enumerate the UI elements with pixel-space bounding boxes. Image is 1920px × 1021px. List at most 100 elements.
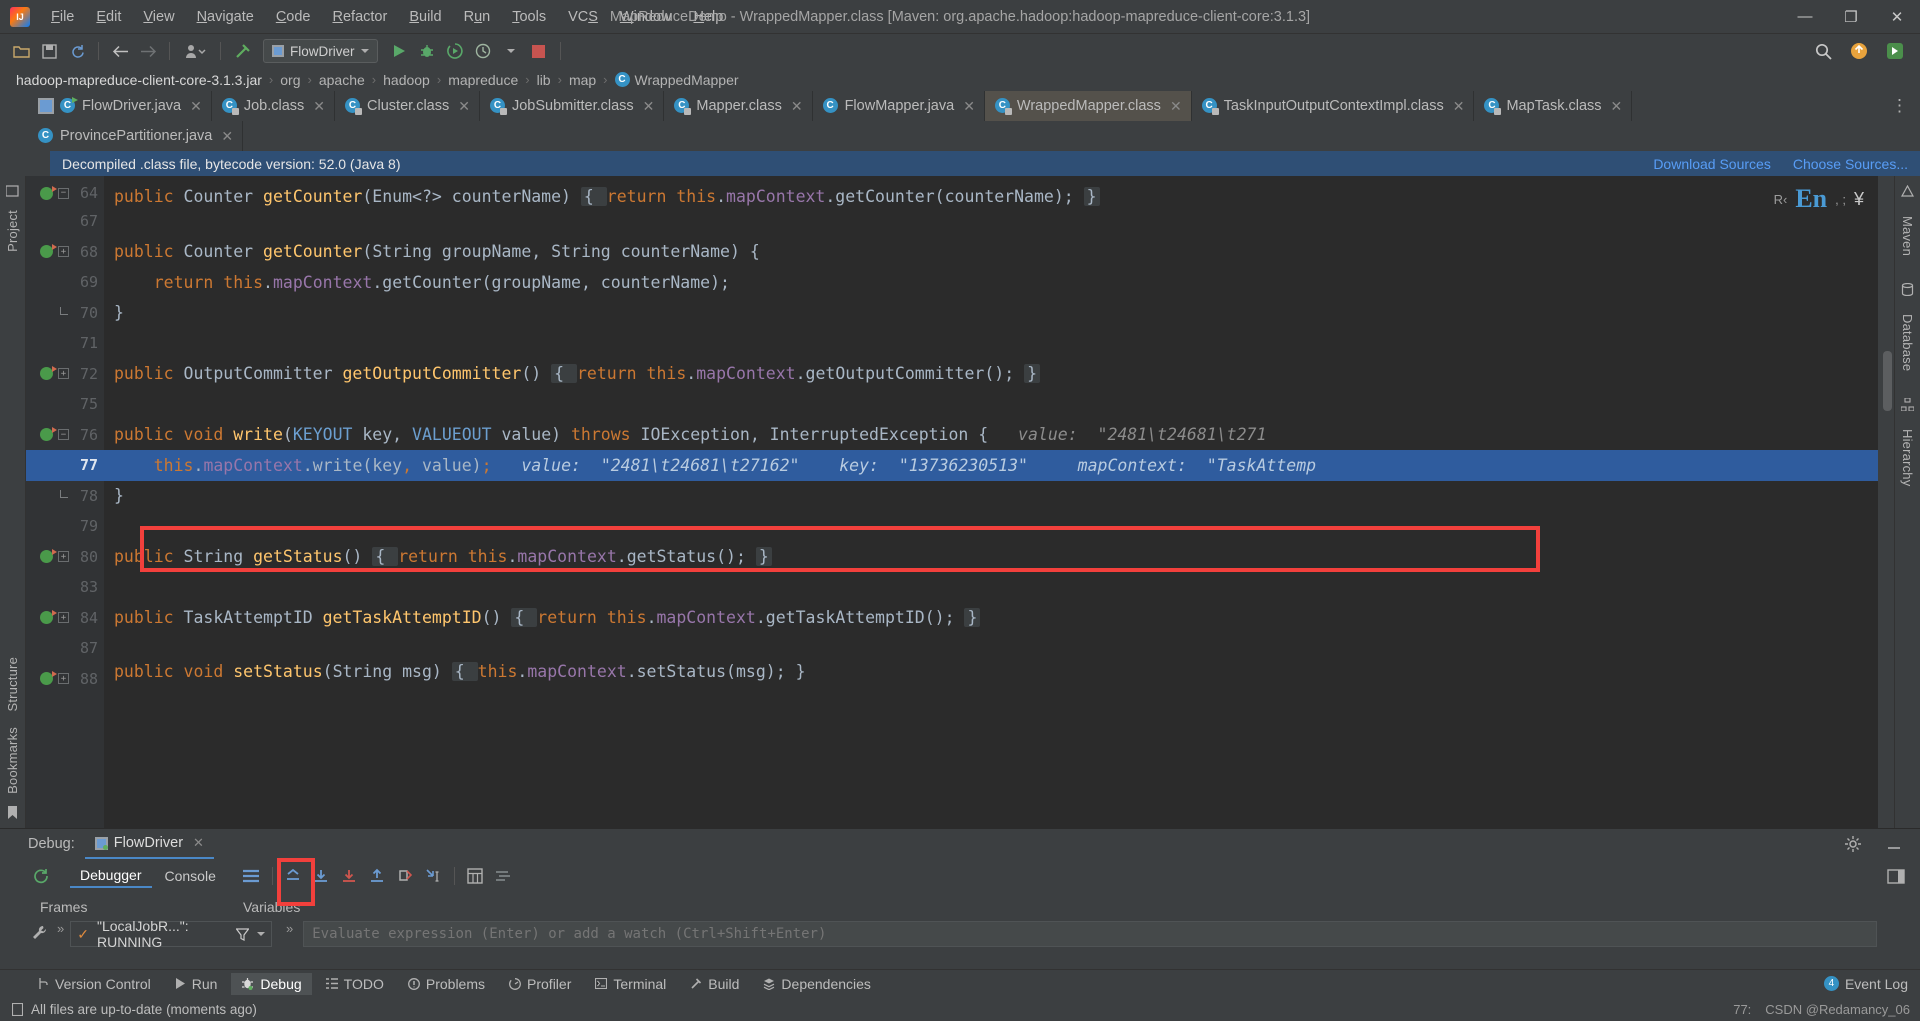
close-icon[interactable]: ✕ [963, 98, 975, 115]
bottom-item-version-control[interactable]: Version Control [28, 973, 161, 995]
tab-debugger[interactable]: Debugger [70, 864, 152, 888]
open-folder-icon[interactable] [8, 39, 34, 63]
tab-job-class[interactable]: C Job.class ✕ [211, 91, 336, 121]
fold-end-icon[interactable] [58, 490, 69, 501]
hierarchy-icon[interactable] [1899, 395, 1917, 413]
override-marker-icon[interactable] [40, 671, 57, 686]
tab-provincepartitioner-java[interactable]: C ProvincePartitioner.java ✕ [28, 121, 244, 151]
rerun-icon[interactable] [28, 864, 53, 888]
bottom-item-problems[interactable]: Problems [398, 973, 495, 995]
sidebar-item-maven[interactable]: Maven [1898, 210, 1917, 262]
bookmark-icon[interactable] [4, 804, 22, 822]
sidebar-item-structure[interactable]: Structure [3, 651, 22, 718]
breadcrumb-item-org[interactable]: org [276, 72, 304, 88]
choose-sources-link[interactable]: Choose Sources... [1793, 156, 1908, 172]
menu-file[interactable]: File [40, 5, 85, 29]
show-execution-point-icon[interactable] [281, 864, 306, 888]
code-text-area[interactable]: public Counter getCounter (Enum<?> counte… [104, 176, 1878, 828]
tab-wrappedmapper-class[interactable]: C WrappedMapper.class ✕ [984, 91, 1192, 121]
filter-icon[interactable] [236, 927, 249, 941]
back-arrow-icon[interactable] [107, 39, 133, 63]
tab-maptask-class[interactable]: C MapTask.class ✕ [1474, 91, 1633, 121]
tab-jobsubmitter-class[interactable]: C JobSubmitter.class ✕ [479, 91, 665, 121]
close-icon[interactable]: ✕ [458, 98, 470, 115]
tab-mapper-class[interactable]: C Mapper.class ✕ [664, 91, 813, 121]
layout-icon[interactable] [239, 864, 264, 888]
hide-panel-icon[interactable] [1881, 832, 1906, 856]
download-sources-link[interactable]: Download Sources [1653, 156, 1771, 172]
run-configuration-selector[interactable]: FlowDriver [263, 39, 378, 63]
menu-vcs[interactable]: VCS [557, 5, 609, 29]
fold-plus-icon[interactable]: + [58, 368, 69, 380]
tab-taskinputoutputcontextimpl-class[interactable]: C TaskInputOutputContextImpl.class ✕ [1191, 91, 1475, 121]
sidebar-item-database[interactable]: Database [1898, 308, 1917, 377]
menu-tools[interactable]: Tools [501, 5, 557, 29]
debug-session-tab[interactable]: FlowDriver ✕ [84, 829, 214, 859]
step-into-icon[interactable] [337, 864, 362, 888]
evaluate-expression-input[interactable] [303, 921, 1878, 947]
run-icon[interactable] [386, 39, 412, 63]
drop-frame-icon[interactable] [393, 864, 418, 888]
sidebar-item-bookmarks[interactable]: Bookmarks [3, 721, 22, 800]
update-badge-icon[interactable] [1846, 39, 1872, 63]
step-out-icon[interactable] [365, 864, 390, 888]
fold-end-icon[interactable] [58, 307, 69, 318]
mute-breakpoints-icon[interactable] [491, 864, 516, 888]
event-log-button[interactable]: 4 Event Log [1823, 976, 1908, 992]
maven-icon[interactable] [1899, 182, 1917, 200]
search-icon[interactable] [1810, 39, 1836, 63]
breadcrumb-item-mapreduce[interactable]: mapreduce [444, 72, 522, 88]
menu-view[interactable]: View [132, 5, 185, 29]
wrench-icon[interactable] [28, 921, 51, 945]
close-icon[interactable]: ✕ [1453, 98, 1465, 115]
override-marker-icon[interactable] [40, 549, 57, 564]
chevron-down-icon[interactable] [257, 932, 265, 936]
tab-overflow-menu-icon[interactable]: ⋮ [1879, 91, 1920, 121]
breadcrumb-item-apache[interactable]: apache [315, 72, 369, 88]
close-icon[interactable]: ✕ [1611, 98, 1623, 115]
close-icon[interactable]: ✕ [190, 98, 202, 115]
breadcrumb-root[interactable]: hadoop-mapreduce-client-core-3.1.3.jar [12, 72, 266, 88]
close-button[interactable]: ✕ [1874, 0, 1920, 33]
thread-selector[interactable]: ✓ "LocalJobR...": RUNNING [70, 918, 272, 950]
editor-gutter[interactable]: − 64 67 + 68 69 70 71 + 72 75 − 76 77 78… [26, 176, 104, 828]
sidebar-item-hierarchy[interactable]: Hierarchy [1898, 423, 1917, 492]
chevron-down-icon-2[interactable] [498, 39, 524, 63]
override-marker-icon[interactable] [40, 185, 57, 200]
expand-frames-icon[interactable]: » [57, 921, 64, 936]
breadcrumb-item-lib[interactable]: lib [533, 72, 555, 88]
fold-minus-icon[interactable]: − [58, 429, 69, 441]
stop-icon[interactable] [526, 39, 552, 63]
fold-minus-icon[interactable]: − [58, 187, 69, 199]
tab-flowmapper-java[interactable]: C FlowMapper.java ✕ [812, 91, 985, 121]
bottom-item-todo[interactable]: TODO [316, 973, 394, 995]
ime-language-indicator[interactable]: En [1795, 184, 1827, 214]
restore-layout-icon[interactable] [1883, 864, 1908, 888]
bottom-item-debug[interactable]: Debug [231, 972, 312, 995]
override-marker-icon[interactable] [40, 610, 57, 625]
fold-plus-icon[interactable]: + [58, 673, 69, 685]
override-marker-icon[interactable] [40, 366, 57, 381]
sync-icon[interactable] [64, 39, 90, 63]
save-icon[interactable] [36, 39, 62, 63]
menu-build[interactable]: Build [398, 5, 452, 29]
tab-cluster-class[interactable]: C Cluster.class ✕ [335, 91, 480, 121]
project-tree-icon[interactable] [4, 182, 22, 200]
breadcrumb-item-hadoop[interactable]: hadoop [379, 72, 434, 88]
menu-navigate[interactable]: Navigate [186, 5, 265, 29]
ide-settings-icon[interactable] [1882, 39, 1908, 63]
run-to-cursor-icon[interactable] [421, 864, 446, 888]
fold-plus-icon[interactable]: + [58, 612, 69, 624]
close-icon[interactable]: ✕ [221, 128, 233, 145]
breadcrumb-item-class[interactable]: C WrappedMapper [611, 72, 743, 88]
bottom-item-build[interactable]: Build [680, 973, 749, 995]
scrollbar-thumb[interactable] [1883, 351, 1892, 411]
step-over-icon[interactable] [309, 864, 334, 888]
override-marker-icon[interactable] [40, 427, 57, 442]
bottom-item-run[interactable]: Run [165, 973, 228, 995]
user-profile-icon[interactable] [178, 39, 212, 63]
maximize-button[interactable]: ❐ [1828, 0, 1874, 33]
close-icon[interactable]: ✕ [193, 835, 204, 851]
menu-edit[interactable]: Edit [85, 5, 132, 29]
menu-help[interactable]: Help [682, 5, 734, 29]
